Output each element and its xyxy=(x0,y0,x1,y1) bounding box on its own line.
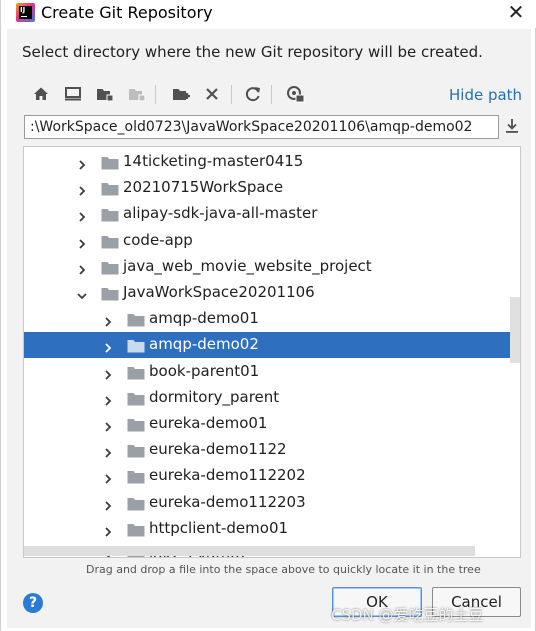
chevron-right-icon[interactable] xyxy=(76,182,88,196)
chevron-right-icon[interactable] xyxy=(102,523,114,537)
module-folder-icon[interactable] xyxy=(127,84,147,104)
csdn-watermark: CSDN @爱吃豆的土豆 xyxy=(331,606,484,624)
tree-row[interactable]: JavaWorkSpace20201106 xyxy=(24,280,520,306)
vertical-scrollbar-thumb[interactable] xyxy=(510,297,520,363)
chevron-right-icon[interactable] xyxy=(102,392,114,406)
folder-icon xyxy=(101,155,119,170)
app-icon-text: IJ xyxy=(20,6,26,14)
horizontal-scrollbar-thumb[interactable] xyxy=(24,546,475,556)
project-folder-icon[interactable] xyxy=(95,84,115,104)
tree-row-label: httpclient-demo01 xyxy=(149,518,289,537)
folder-icon xyxy=(101,207,119,222)
tree-row[interactable]: code-app xyxy=(24,228,520,254)
chevron-right-icon[interactable] xyxy=(102,497,114,511)
tree-row[interactable]: book-parent01 xyxy=(24,359,520,385)
chevron-right-icon[interactable] xyxy=(76,208,88,223)
tree-row[interactable]: eureka-demo112203 xyxy=(24,490,520,516)
tree-row-label: java_web_movie_website_project xyxy=(123,256,372,275)
folder-icon xyxy=(127,417,145,432)
chevron-right-icon[interactable] xyxy=(76,261,88,275)
show-hidden-icon[interactable] xyxy=(285,84,305,104)
tree-row-label: eureka-demo1122 xyxy=(149,440,287,459)
tree-row[interactable]: httpclient-demo01 xyxy=(24,516,520,542)
tree-row[interactable]: amqp-demo02 xyxy=(24,332,520,359)
tree-row-label: amqp-demo02 xyxy=(149,335,259,354)
tree-row-label: eureka-demo01 xyxy=(149,414,268,432)
chevron-right-icon[interactable] xyxy=(102,313,114,327)
tree-row-label: book-parent01 xyxy=(149,361,260,380)
close-icon[interactable]: ✕ xyxy=(506,2,526,22)
tree-row-label: 14ticketing-master0415 xyxy=(123,152,304,170)
tree-row-label: dormitory_parent xyxy=(149,387,280,406)
tree-row[interactable]: 20210715WorkSpace xyxy=(24,175,520,201)
tree-row[interactable]: dormitory_parent xyxy=(24,385,520,411)
folder-icon xyxy=(101,234,119,249)
folder-icon xyxy=(127,312,145,327)
home-icon[interactable] xyxy=(31,84,51,104)
folder-icon xyxy=(127,365,145,380)
tree-row[interactable]: 14ticketing-master0415 xyxy=(24,149,520,175)
folder-icon xyxy=(127,391,145,406)
intellij-idea-icon: IJ xyxy=(16,3,35,22)
tree-row[interactable]: amqp-demo01 xyxy=(24,306,520,332)
folder-icon xyxy=(127,469,145,484)
tree-row-label: amqp-demo01 xyxy=(149,309,259,328)
refresh-icon[interactable] xyxy=(243,84,263,104)
folder-icon xyxy=(127,443,145,458)
tree-row-label: 20210715WorkSpace xyxy=(123,178,284,197)
tree-row[interactable]: eureka-demo112202 xyxy=(24,463,520,489)
folder-icon xyxy=(101,286,119,301)
delete-icon[interactable] xyxy=(202,84,222,104)
download-icon[interactable] xyxy=(504,117,520,135)
tree-row[interactable]: eureka-demo01 xyxy=(24,411,520,437)
dialog-prompt: Select directory where the new Git repos… xyxy=(22,43,483,61)
directory-tree[interactable]: idk2_exam02httpclient-demo01eureka-demo1… xyxy=(23,146,521,558)
folder-icon xyxy=(101,181,119,196)
help-button[interactable]: ? xyxy=(23,593,43,613)
hide-path-link[interactable]: Hide path xyxy=(449,86,522,104)
chevron-right-icon[interactable] xyxy=(76,156,88,170)
desktop-icon[interactable] xyxy=(63,84,83,104)
tree-row[interactable]: java_web_movie_website_project xyxy=(24,254,520,280)
chevron-right-icon[interactable] xyxy=(102,444,114,458)
tree-row-label: eureka-demo112203 xyxy=(149,492,306,511)
path-input[interactable]: :\WorkSpace_old0723\JavaWorkSpace2020110… xyxy=(24,115,499,139)
tree-row-label: alipay-sdk-java-all-master xyxy=(123,204,318,223)
chevron-down-icon[interactable] xyxy=(76,287,88,300)
chevron-right-icon[interactable] xyxy=(102,470,114,485)
drag-drop-hint: Drag and drop a file into the space abov… xyxy=(86,563,481,576)
tree-row-label: code-app xyxy=(123,230,193,249)
tree-row[interactable]: alipay-sdk-java-all-master xyxy=(24,201,520,227)
new-folder-icon[interactable] xyxy=(171,84,191,104)
chevron-right-icon[interactable] xyxy=(102,418,114,432)
title-bar[interactable]: IJ Create Git Repository ✕ xyxy=(1,0,536,28)
folder-icon xyxy=(127,338,145,353)
chevron-right-icon[interactable] xyxy=(102,366,114,380)
folder-icon xyxy=(127,522,145,537)
folder-icon xyxy=(101,260,119,275)
chevron-right-icon[interactable] xyxy=(102,339,114,354)
window-title: Create Git Repository xyxy=(41,3,213,22)
chevron-right-icon[interactable] xyxy=(76,235,88,249)
tree-row[interactable]: eureka-demo1122 xyxy=(24,437,520,463)
folder-icon xyxy=(127,496,145,511)
tree-row-label: JavaWorkSpace20201106 xyxy=(123,283,315,301)
tree-row-label: eureka-demo112202 xyxy=(149,466,306,485)
create-git-repository-dialog: IJ Create Git Repository ✕ Select direct… xyxy=(0,0,536,631)
